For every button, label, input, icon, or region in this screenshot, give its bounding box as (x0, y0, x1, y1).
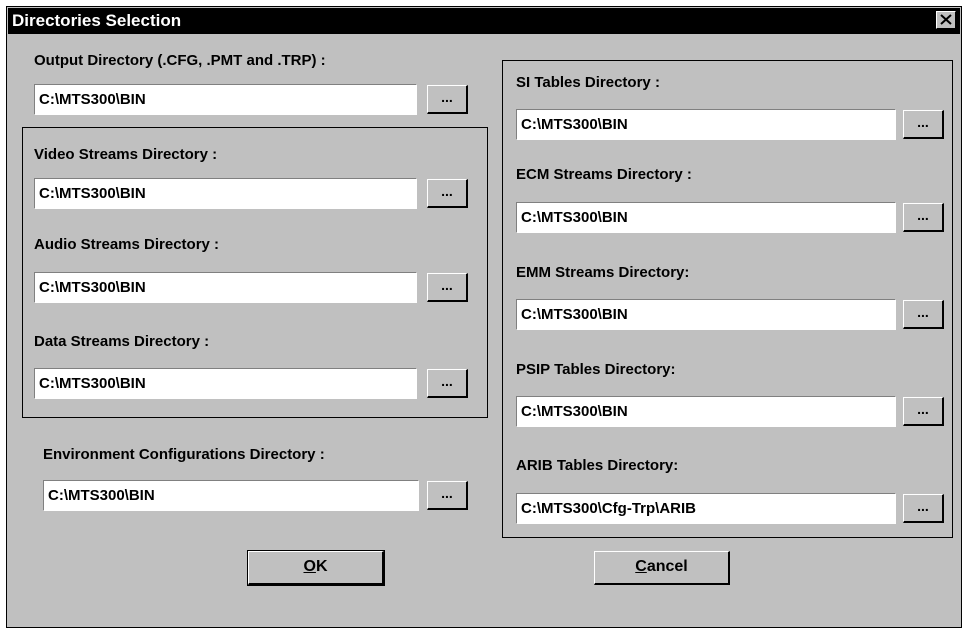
data-streams-browse-button[interactable]: ... (427, 369, 468, 398)
title-bar: Directories Selection (8, 8, 960, 34)
audio-directory-field[interactable]: C:\MTS300\BIN (34, 272, 417, 303)
env-config-directory-label: Environment Configurations Directory : (43, 446, 325, 463)
cancel-button[interactable]: Cancel (594, 551, 730, 585)
output-directory-field[interactable]: C:\MTS300\BIN (34, 84, 417, 115)
si-tables-directory-label: SI Tables Directory : (516, 74, 660, 91)
psip-tables-browse-button[interactable]: ... (903, 397, 944, 426)
emm-streams-directory-field[interactable]: C:\MTS300\BIN (516, 299, 896, 330)
output-browse-button[interactable]: ... (427, 85, 468, 114)
env-config-browse-button[interactable]: ... (427, 481, 468, 510)
emm-streams-directory-label: EMM Streams Directory: (516, 264, 690, 281)
data-streams-directory-label: Data Streams Directory : (34, 333, 210, 350)
ecm-streams-browse-button[interactable]: ... (903, 203, 944, 232)
cancel-label-rest: ancel (646, 558, 688, 575)
cancel-mnemonic: C (635, 558, 647, 575)
arib-tables-browse-button[interactable]: ... (903, 494, 944, 523)
close-button[interactable] (936, 11, 956, 29)
window-title: Directories Selection (12, 11, 182, 30)
si-tables-directory-field[interactable]: C:\MTS300\BIN (516, 109, 896, 140)
data-streams-directory-field[interactable]: C:\MTS300\BIN (34, 368, 417, 399)
arib-tables-directory-label: ARIB Tables Directory: (516, 457, 679, 474)
ecm-streams-directory-field[interactable]: C:\MTS300\BIN (516, 202, 896, 233)
env-config-directory-field[interactable]: C:\MTS300\BIN (43, 480, 419, 511)
emm-streams-browse-button[interactable]: ... (903, 300, 944, 329)
si-tables-browse-button[interactable]: ... (903, 110, 944, 139)
audio-browse-button[interactable]: ... (427, 273, 468, 302)
ok-button[interactable]: OK (247, 550, 385, 586)
video-directory-label: Video Streams Directory : (34, 146, 218, 163)
ok-label-rest: K (315, 558, 328, 575)
output-directory-label: Output Directory (.CFG, .PMT and .TRP) : (34, 52, 326, 69)
video-directory-field[interactable]: C:\MTS300\BIN (34, 178, 417, 209)
audio-directory-label: Audio Streams Directory : (34, 236, 220, 253)
video-browse-button[interactable]: ... (427, 179, 468, 208)
psip-tables-directory-label: PSIP Tables Directory: (516, 361, 676, 378)
directories-dialog: Directories Selection Output Directory (… (6, 6, 962, 628)
x-icon (940, 14, 952, 25)
psip-tables-directory-field[interactable]: C:\MTS300\BIN (516, 396, 896, 427)
ecm-streams-directory-label: ECM Streams Directory : (516, 166, 692, 183)
ok-mnemonic: O (303, 558, 316, 575)
arib-tables-directory-field[interactable]: C:\MTS300\Cfg-Trp\ARIB (516, 493, 896, 524)
